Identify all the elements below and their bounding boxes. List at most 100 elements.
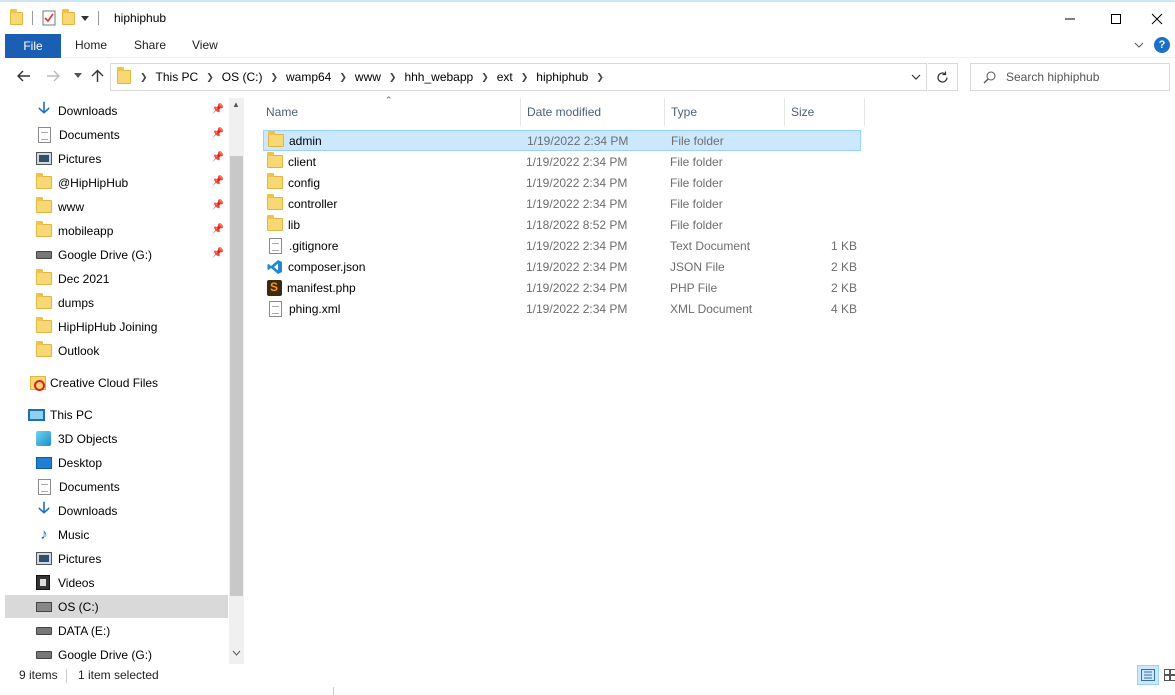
chevron-right-icon[interactable]: ❯ xyxy=(389,72,397,83)
breadcrumb-www[interactable]: www xyxy=(355,70,381,84)
recent-locations-icon[interactable] xyxy=(74,73,82,79)
nav-item-videos[interactable]: Videos xyxy=(36,571,228,594)
details-view-icon xyxy=(1141,669,1155,681)
file-row-config[interactable]: config 1/19/2022 2:34 PM File folder xyxy=(263,172,861,193)
scrollbar-thumb[interactable] xyxy=(230,156,243,596)
file-row-lib[interactable]: lib 1/18/2022 8:52 PM File folder xyxy=(263,214,861,235)
nav-item-www[interactable]: www 📌 xyxy=(36,195,228,218)
scroll-down-icon[interactable] xyxy=(232,650,241,656)
forward-icon[interactable] xyxy=(46,70,60,82)
nav-item-data-e[interactable]: DATA (E:) xyxy=(36,619,228,642)
file-row-composer-json[interactable]: composer.json 1/19/2022 2:34 PM JSON Fil… xyxy=(263,256,861,277)
address-dropdown-button[interactable] xyxy=(904,64,926,90)
new-folder-icon[interactable] xyxy=(62,8,75,25)
search-box[interactable]: Search hiphiphub xyxy=(970,63,1170,91)
up-icon[interactable] xyxy=(91,69,104,83)
file-type: File folder xyxy=(670,154,723,169)
close-icon xyxy=(1151,13,1163,25)
chevron-right-icon[interactable]: ❯ xyxy=(140,72,148,83)
close-button[interactable] xyxy=(1139,6,1175,32)
address-bar[interactable]: ❯ This PC ❯ OS (C:) ❯ wamp64 ❯ www ❯ hhh… xyxy=(110,63,927,91)
chevron-right-icon[interactable]: ❯ xyxy=(339,72,347,83)
nav-item-downloads-pc[interactable]: 🡣 Downloads xyxy=(36,499,228,522)
file-row-admin[interactable]: admin 1/19/2022 2:34 PM File folder xyxy=(263,130,861,151)
nav-item-mobileapp[interactable]: mobileapp 📌 xyxy=(36,219,228,242)
nav-item-os-c[interactable]: OS (C:) xyxy=(5,595,228,618)
folder-icon xyxy=(36,269,52,285)
file-row-client[interactable]: client 1/19/2022 2:34 PM File folder xyxy=(263,151,861,172)
file-row-phing-xml[interactable]: phing.xml 1/19/2022 2:34 PM XML Document… xyxy=(263,298,861,319)
nav-item-desktop[interactable]: Desktop xyxy=(36,451,228,474)
back-icon[interactable] xyxy=(17,70,31,82)
file-date: 1/18/2022 8:52 PM xyxy=(526,217,628,232)
nav-item-google-drive-pc[interactable]: Google Drive (G:) xyxy=(36,643,228,664)
folder-icon xyxy=(267,173,283,189)
nav-item-dumps[interactable]: dumps xyxy=(36,291,228,314)
nav-item-label: Desktop xyxy=(58,455,103,470)
nav-item-hiphiphub-joining[interactable]: HipHipHub Joining xyxy=(36,315,228,338)
download-icon: 🡣 xyxy=(38,500,50,517)
folder-icon xyxy=(267,152,283,168)
column-header-name[interactable]: Name xyxy=(260,98,521,126)
drive-icon xyxy=(36,626,52,635)
column-header-size[interactable]: Size xyxy=(785,98,865,126)
file-date: 1/19/2022 2:34 PM xyxy=(526,154,628,169)
breadcrumb-hiphiphub[interactable]: hiphiphub xyxy=(536,70,588,84)
nav-item-hiphiphub[interactable]: @HipHipHub 📌 xyxy=(36,171,228,194)
nav-item-documents[interactable]: Documents 📌 xyxy=(36,123,228,146)
file-date: 1/19/2022 2:34 PM xyxy=(526,259,628,274)
file-row-controller[interactable]: controller 1/19/2022 2:34 PM File folder xyxy=(263,193,861,214)
nav-item-pictures-pc[interactable]: Pictures xyxy=(36,547,228,570)
nav-item-this-pc[interactable]: This PC xyxy=(28,403,228,426)
nav-scrollbar[interactable]: ▲ xyxy=(229,98,244,664)
nav-item-label: @HipHipHub xyxy=(58,175,129,190)
tab-home[interactable]: Home xyxy=(75,38,107,52)
minimize-icon xyxy=(1065,18,1075,20)
chevron-right-icon[interactable]: ❯ xyxy=(521,72,529,83)
nav-item-label: Dec 2021 xyxy=(58,271,110,286)
nav-item-music[interactable]: ♪ Music xyxy=(36,523,228,546)
nav-item-downloads[interactable]: 🡣 Downloads 📌 xyxy=(36,99,228,122)
minimize-button[interactable] xyxy=(1047,6,1093,32)
breadcrumb-ext[interactable]: ext xyxy=(497,70,513,84)
breadcrumb-os-c[interactable]: OS (C:) xyxy=(222,70,263,84)
scroll-up-icon[interactable]: ▲ xyxy=(232,100,240,109)
tab-share[interactable]: Share xyxy=(134,38,166,52)
chevron-right-icon[interactable]: ❯ xyxy=(270,72,278,83)
properties-icon[interactable] xyxy=(42,10,56,26)
chevron-right-icon[interactable]: ❯ xyxy=(206,72,214,83)
column-header-date[interactable]: Date modified xyxy=(521,98,665,126)
tab-file[interactable]: File xyxy=(5,34,61,58)
customize-toolbar-icon[interactable] xyxy=(81,14,89,22)
file-type: JSON File xyxy=(670,259,725,274)
file-row-gitignore[interactable]: .gitignore 1/19/2022 2:34 PM Text Docume… xyxy=(263,235,861,256)
nav-item-pictures[interactable]: Pictures 📌 xyxy=(36,147,228,170)
chevron-right-icon[interactable]: ❯ xyxy=(481,72,489,83)
large-icons-view-button[interactable] xyxy=(1159,665,1175,685)
column-header-type[interactable]: Type xyxy=(665,98,785,126)
details-view-button[interactable] xyxy=(1137,665,1159,685)
breadcrumb-this-pc[interactable]: This PC xyxy=(156,70,199,84)
divider xyxy=(66,669,67,683)
file-size: 4 KB xyxy=(830,301,857,316)
quick-access-toolbar xyxy=(10,8,102,26)
expand-ribbon-icon[interactable] xyxy=(1134,41,1144,49)
search-input[interactable]: Search hiphiphub xyxy=(1006,70,1099,84)
maximize-button[interactable] xyxy=(1093,6,1139,32)
3d-objects-icon xyxy=(36,431,51,446)
help-icon[interactable]: ? xyxy=(1154,37,1170,53)
background-window-strip xyxy=(333,687,1175,695)
sublime-file-icon xyxy=(267,279,282,296)
nav-item-outlook[interactable]: Outlook xyxy=(36,339,228,362)
nav-item-google-drive[interactable]: Google Drive (G:) 📌 xyxy=(36,243,228,266)
nav-item-dec-2021[interactable]: Dec 2021 xyxy=(36,267,228,290)
file-row-manifest-php[interactable]: manifest.php 1/19/2022 2:34 PM PHP File … xyxy=(263,277,861,298)
nav-item-creative-cloud[interactable]: Creative Cloud Files xyxy=(30,371,228,394)
nav-item-3d-objects[interactable]: 3D Objects xyxy=(36,427,228,450)
breadcrumb-hhh-webapp[interactable]: hhh_webapp xyxy=(404,70,473,84)
refresh-button[interactable] xyxy=(928,63,958,91)
chevron-right-icon[interactable]: ❯ xyxy=(596,72,604,83)
tab-view[interactable]: View xyxy=(192,38,218,52)
breadcrumb-wamp64[interactable]: wamp64 xyxy=(286,70,331,84)
nav-item-documents-pc[interactable]: Documents xyxy=(36,475,228,498)
